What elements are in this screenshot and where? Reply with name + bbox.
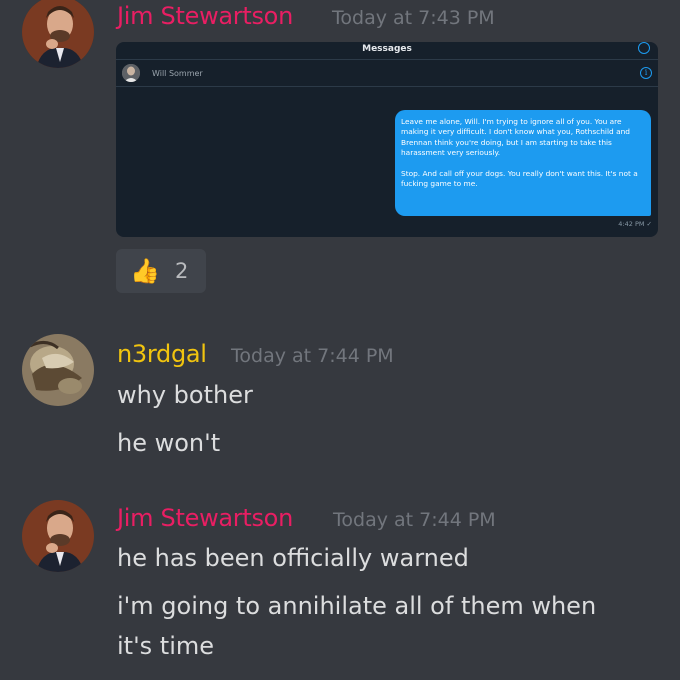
gear-icon xyxy=(638,42,650,54)
bubble-paragraph: Stop. And call off your dogs. You really… xyxy=(401,168,638,189)
avatar[interactable] xyxy=(22,0,94,68)
info-icon: i xyxy=(640,67,652,79)
timestamp: Today at 7:44 PM xyxy=(333,509,496,531)
message-time: 4:42 PM ✓ xyxy=(618,220,652,228)
username[interactable]: Jim Stewartson xyxy=(117,2,293,30)
reaction-button[interactable]: 👍 2 xyxy=(116,249,206,293)
message-text: he won't xyxy=(117,429,221,457)
message-text: he has been officially warned xyxy=(117,544,469,572)
contact-name: Will Sommer xyxy=(152,69,203,78)
avatar[interactable] xyxy=(22,500,94,572)
message-text: i'm going to annihilate all of them when xyxy=(117,592,597,620)
timestamp: Today at 7:44 PM xyxy=(231,345,394,367)
message-text: it's time xyxy=(117,632,215,660)
bubble-paragraph: Leave me alone, Will. I'm trying to igno… xyxy=(401,117,630,158)
reaction-count: 2 xyxy=(175,259,189,283)
username[interactable]: n3rdgal xyxy=(117,340,207,368)
embed-title: Messages xyxy=(362,44,412,54)
contact-avatar xyxy=(122,64,140,82)
thumbs-up-icon: 👍 xyxy=(130,257,160,285)
message-bubble: Leave me alone, Will. I'm trying to igno… xyxy=(395,110,651,216)
avatar[interactable] xyxy=(22,334,94,406)
divider xyxy=(116,59,658,60)
timestamp: Today at 7:43 PM xyxy=(332,7,495,29)
embedded-screenshot[interactable]: Messages Will Sommer i Leave me alone, W… xyxy=(116,42,658,237)
message-text: why bother xyxy=(117,381,253,409)
username[interactable]: Jim Stewartson xyxy=(117,504,293,532)
divider xyxy=(116,86,658,87)
